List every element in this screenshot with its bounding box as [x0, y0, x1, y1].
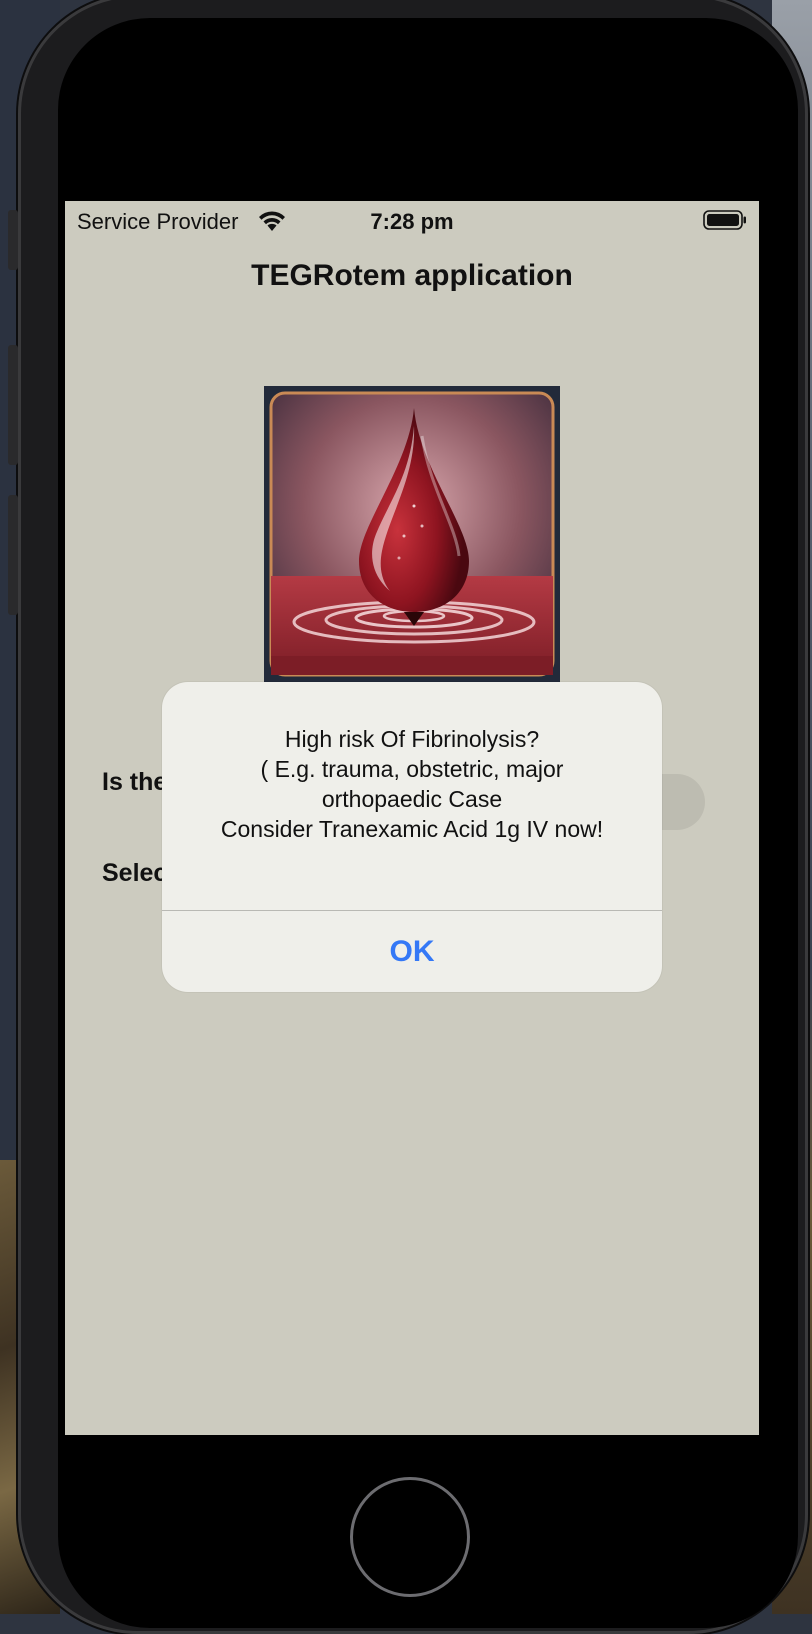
alert-message: High risk Of Fibrinolysis? ( E.g. trauma… — [220, 726, 604, 842]
select-label: Selec — [102, 859, 168, 887]
status-bar: Service Provider 7:28 pm — [65, 201, 759, 241]
home-button[interactable] — [350, 1477, 470, 1597]
mute-switch — [8, 210, 18, 270]
app-screen: Service Provider 7:28 pm TEGRotem applic… — [65, 201, 759, 1435]
ok-button[interactable]: OK — [162, 911, 662, 992]
volume-down-button — [8, 495, 18, 615]
battery-icon — [703, 210, 746, 230]
blood-drop-image — [264, 386, 560, 682]
fibrinolysis-alert: High risk Of Fibrinolysis? ( E.g. trauma… — [162, 682, 662, 992]
status-time: 7:28 pm — [370, 209, 454, 234]
app-title: TEGRotem application — [251, 259, 573, 292]
question-label: Is the — [102, 768, 168, 796]
volume-up-button — [8, 345, 18, 465]
